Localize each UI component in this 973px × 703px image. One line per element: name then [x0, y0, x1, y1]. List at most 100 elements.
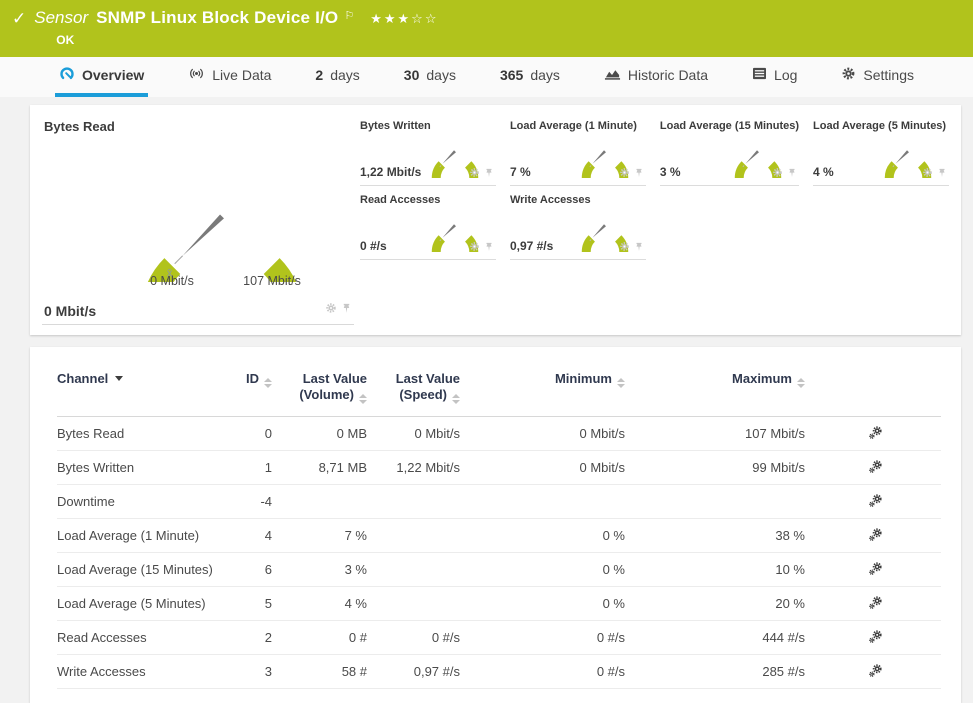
column-header-channel[interactable]: Channel [57, 371, 217, 386]
minimum-value: 0 Mbit/s [460, 460, 625, 475]
column-header-minimum[interactable]: Minimum [460, 371, 625, 388]
tab-log[interactable]: Log [748, 57, 801, 97]
channel-name[interactable]: Load Average (5 Minutes) [57, 596, 217, 611]
tab-overview-label: Overview [82, 67, 144, 83]
channel-name[interactable]: Load Average (1 Minute) [57, 528, 217, 543]
channel-id: 6 [217, 562, 272, 577]
tab-2-days-number: 2 [315, 67, 323, 83]
last-value-speed: 1,22 Mbit/s [367, 460, 460, 475]
status-check-icon: ✓ [12, 9, 26, 29]
sort-icon [797, 378, 805, 388]
table-header: Channel ID Last Value(Volume) Last Value… [57, 371, 941, 417]
tab-30-days-label: days [426, 67, 456, 83]
column-header-id[interactable]: ID [217, 371, 272, 388]
primary-gauge: x̄ [114, 134, 330, 282]
area-chart-icon [604, 67, 621, 84]
edit-channel-icon[interactable] [868, 561, 883, 579]
pin-icon[interactable] [937, 165, 947, 183]
channel-name[interactable]: Bytes Written [57, 460, 217, 475]
status-badge: OK [56, 33, 438, 47]
mini-gauge-tile-load-15min: Load Average (15 Minutes) 3 % [660, 117, 799, 186]
gear-icon[interactable] [619, 239, 630, 257]
last-value-speed: 0,97 #/s [367, 664, 460, 679]
channel-id: 0 [217, 426, 272, 441]
last-value-volume: 3 % [272, 562, 367, 577]
minimum-value: 0 % [460, 528, 625, 543]
pin-icon[interactable] [341, 301, 352, 319]
primary-gauge-value: 0 Mbit/s [44, 303, 96, 319]
tab-live-data-label: Live Data [212, 67, 271, 83]
minimum-value: 0 Mbit/s [460, 426, 625, 441]
tab-30-days-number: 30 [404, 67, 420, 83]
last-value-speed: 0 #/s [367, 630, 460, 645]
tab-historic-data[interactable]: Historic Data [600, 57, 712, 97]
tab-2-days[interactable]: 2 days [311, 57, 363, 97]
gear-icon[interactable] [619, 165, 630, 183]
tab-overview[interactable]: Overview [55, 57, 148, 97]
channel-name[interactable]: Write Accesses [57, 664, 217, 679]
primary-gauge-section: Bytes Read x̄ 0 Mbit/s 107 Mbit/s 0 Mbit… [42, 115, 354, 325]
tab-365-days-number: 365 [500, 67, 523, 83]
table-row: Read Accesses 2 0 # 0 #/s 0 #/s 444 #/s [57, 621, 941, 655]
minimum-value: 0 % [460, 596, 625, 611]
gear-icon[interactable] [469, 239, 480, 257]
channel-name[interactable]: Bytes Read [57, 426, 217, 441]
table-row: Bytes Written 1 8,71 MB 1,22 Mbit/s 0 Mb… [57, 451, 941, 485]
channel-name[interactable]: Read Accesses [57, 630, 217, 645]
sensor-header: ✓ Sensor SNMP Linux Block Device I/O ⚐ ★… [0, 0, 973, 57]
flag-icon[interactable]: ⚐ [344, 6, 354, 26]
channel-id: 4 [217, 528, 272, 543]
gear-icon[interactable] [772, 165, 783, 183]
maximum-value: 99 Mbit/s [625, 460, 805, 475]
pin-icon[interactable] [787, 165, 797, 183]
edit-channel-icon[interactable] [868, 425, 883, 443]
edit-channel-icon[interactable] [868, 527, 883, 545]
column-header-maximum[interactable]: Maximum [625, 371, 805, 388]
column-header-last-value-volume[interactable]: Last Value(Volume) [272, 371, 367, 404]
edit-channel-icon[interactable] [868, 459, 883, 477]
tile-value: 4 % [813, 165, 834, 179]
tab-live-data[interactable]: Live Data [184, 57, 275, 97]
pin-icon[interactable] [634, 239, 644, 257]
tab-365-days[interactable]: 365 days [496, 57, 564, 97]
maximum-value: 10 % [625, 562, 805, 577]
tab-bar: Overview Live Data 2 days 30 days 365 da… [0, 57, 973, 97]
tab-settings[interactable]: Settings [837, 57, 918, 97]
sort-icon [452, 394, 460, 404]
mini-gauge-tile-load-1min: Load Average (1 Minute) 7 % [510, 117, 646, 186]
edit-channel-icon[interactable] [868, 629, 883, 647]
pin-icon[interactable] [484, 165, 494, 183]
gear-icon[interactable] [922, 165, 933, 183]
pin-icon[interactable] [634, 165, 644, 183]
mini-gauge-tile-write-accesses: Write Accesses 0,97 #/s [510, 191, 646, 260]
tab-365-days-label: days [530, 67, 560, 83]
maximum-value: 285 #/s [625, 664, 805, 679]
edit-channel-icon[interactable] [868, 595, 883, 613]
table-row: Write Accesses 3 58 # 0,97 #/s 0 #/s 285… [57, 655, 941, 689]
tab-30-days[interactable]: 30 days [400, 57, 460, 97]
minimum-value: 0 % [460, 562, 625, 577]
column-header-last-value-speed[interactable]: Last Value(Speed) [367, 371, 460, 404]
edit-channel-icon[interactable] [868, 663, 883, 681]
edit-channel-icon[interactable] [868, 493, 883, 511]
tile-value: 7 % [510, 165, 531, 179]
table-row: Bytes Read 0 0 MB 0 Mbit/s 0 Mbit/s 107 … [57, 417, 941, 451]
maximum-value: 38 % [625, 528, 805, 543]
last-value-volume: 8,71 MB [272, 460, 367, 475]
gear-icon[interactable] [325, 301, 337, 319]
last-value-volume: 58 # [272, 664, 367, 679]
maximum-value: 107 Mbit/s [625, 426, 805, 441]
gear-icon[interactable] [469, 165, 480, 183]
sort-desc-icon [115, 376, 123, 381]
page-title: SNMP Linux Block Device I/O [96, 8, 338, 28]
last-value-speed: 0 Mbit/s [367, 426, 460, 441]
gauge-icon [59, 66, 75, 85]
table-row: Load Average (1 Minute) 4 7 % 0 % 38 % [57, 519, 941, 553]
priority-stars[interactable]: ★★★☆☆ [370, 9, 438, 29]
pin-icon[interactable] [484, 239, 494, 257]
tab-settings-label: Settings [863, 67, 914, 83]
channel-name[interactable]: Load Average (15 Minutes) [57, 562, 217, 577]
minimum-value: 0 #/s [460, 630, 625, 645]
channel-name[interactable]: Downtime [57, 494, 217, 509]
broadcast-icon [188, 66, 205, 84]
